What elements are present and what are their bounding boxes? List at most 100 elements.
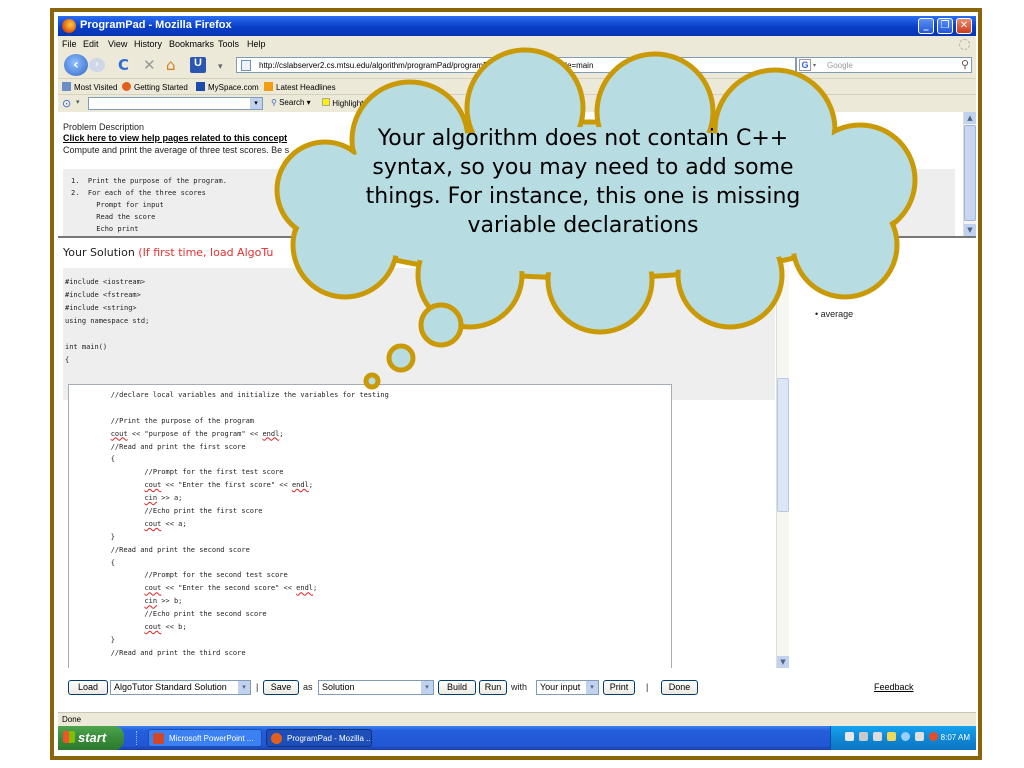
folder-icon [62, 82, 71, 91]
code-line: //Read and print the second score [77, 545, 250, 554]
tray-icon[interactable] [901, 732, 910, 741]
home-icon[interactable]: ⌂ [166, 57, 176, 73]
scroll-down-icon[interactable]: ▼ [777, 656, 789, 668]
bookmark-addon-icon[interactable]: U [190, 57, 206, 73]
tray-icon[interactable] [887, 732, 896, 741]
tray-icon[interactable] [915, 732, 924, 741]
done-button[interactable]: Done [661, 680, 698, 695]
bookmark-latest-headlines[interactable]: Latest Headlines [264, 82, 336, 92]
toolbar-search-label: Search [279, 98, 305, 107]
menu-help[interactable]: Help [247, 39, 266, 49]
menu-tools[interactable]: Tools [218, 39, 239, 49]
search-engine-dropdown-icon[interactable]: ▾ [813, 62, 816, 69]
toolbar-search-box[interactable]: ▾ [88, 97, 263, 110]
problem-label: Problem Description [63, 122, 145, 132]
chevron-down-icon[interactable]: ▾ [250, 98, 262, 109]
load-button[interactable]: Load [68, 680, 108, 695]
task-firefox[interactable]: ProgramPad - Mozilla ... [266, 729, 372, 747]
save-as-value: Solution [322, 682, 355, 692]
bookmark-label: Latest Headlines [276, 83, 336, 92]
back-icon[interactable]: ‹ [64, 54, 88, 76]
callout-text: Your algorithm does not contain C++ synt… [365, 126, 801, 238]
menu-edit[interactable]: Edit [83, 39, 99, 49]
google-icon[interactable]: G [799, 59, 811, 71]
scroll-down-icon[interactable]: ▼ [964, 224, 976, 236]
tray-icon[interactable] [873, 732, 882, 741]
firefox-icon [62, 19, 76, 33]
system-tray: 8:07 AM [830, 726, 976, 750]
tray-icon[interactable] [929, 732, 938, 741]
dropdown-arrow-icon[interactable]: ▾ [218, 59, 223, 75]
scroll-thumb[interactable] [964, 125, 976, 221]
scroll-up-icon[interactable]: ▲ [964, 112, 976, 124]
bookmark-most-visited[interactable]: Most Visited [62, 82, 117, 92]
toolbar-search-button[interactable]: ⚲ Search ▾ [271, 98, 311, 107]
variable-item: • b [815, 270, 826, 280]
solution-scrollbar[interactable]: ▼ [776, 238, 789, 668]
save-as-select[interactable]: Solution ▾ [318, 680, 434, 695]
myspace-icon [196, 82, 205, 91]
tray-icon[interactable] [859, 732, 868, 741]
add-button[interactable]: + Add [376, 98, 397, 107]
menu-file[interactable]: File [62, 39, 77, 49]
code-line: cout << "purpose of the program" << endl… [110, 429, 284, 438]
throbber-icon [959, 39, 970, 50]
menu-history[interactable]: History [134, 39, 162, 49]
spellcheck-word: cout [144, 623, 162, 632]
bookmark-getting-started[interactable]: Getting Started [122, 82, 188, 92]
chevron-down-icon[interactable]: ▾ [586, 681, 598, 694]
quick-launch-handle[interactable] [136, 731, 146, 745]
solution-title-hint: (If first time, load AlgoTu [138, 246, 274, 259]
window-title: ProgramPad - Mozilla Firefox [80, 19, 232, 31]
save-button[interactable]: Save [263, 680, 299, 695]
search-icon[interactable]: ⚲ [961, 58, 969, 71]
search-input[interactable]: G ▾ Google ⚲ [796, 57, 972, 73]
spellcheck-word: cin [144, 494, 158, 503]
menu-bar: File Edit View History Bookmarks Tools H… [58, 36, 976, 52]
input-select[interactable]: Your input ▾ [536, 680, 599, 695]
code-editor[interactable]: //declare local variables and initialize… [68, 384, 672, 670]
dropdown-arrow-icon[interactable]: ▾ [76, 98, 80, 106]
highlight-button[interactable]: Highlight [322, 98, 363, 108]
url-bar[interactable]: http://cslabserver2.cs.mtsu.edu/algorith… [236, 57, 796, 73]
spellcheck-word: endl [291, 481, 309, 490]
task-powerpoint[interactable]: Microsoft PowerPoint ... [148, 729, 262, 747]
as-label: as [303, 682, 313, 692]
start-button[interactable]: start [58, 726, 124, 750]
chevron-down-icon[interactable]: ▾ [421, 681, 433, 694]
reload-icon[interactable]: C [118, 57, 129, 73]
code-line: //Prompt for the first test score [77, 468, 284, 477]
spellcheck-word: cin [144, 597, 158, 606]
bookmark-label: MySpace.com [208, 83, 259, 92]
help-pages-link[interactable]: Click here to view help pages related to… [63, 133, 287, 143]
code-line: } [77, 635, 115, 644]
toolbar-logo-icon[interactable]: ⊙ [62, 97, 71, 110]
stop-icon[interactable]: ✕ [143, 57, 156, 73]
restore-icon[interactable]: ❐ [937, 18, 953, 34]
bookmark-myspace[interactable]: MySpace.com [196, 82, 259, 92]
close-icon[interactable]: ✕ [956, 18, 972, 34]
feedback-link[interactable]: Feedback [874, 682, 914, 692]
window-title-bar[interactable]: ProgramPad - Mozilla Firefox _ ❐ ✕ [58, 16, 976, 36]
run-button[interactable]: Run [479, 680, 507, 695]
solution-select[interactable]: AlgoTutor Standard Solution ▾ [110, 680, 251, 695]
build-button[interactable]: Build [438, 680, 476, 695]
code-line: #include <iostream> [65, 278, 146, 286]
chevron-down-icon[interactable]: ▾ [238, 681, 250, 694]
menu-view[interactable]: View [108, 39, 127, 49]
print-button[interactable]: Print [603, 680, 635, 695]
minimize-icon[interactable]: _ [918, 18, 934, 34]
bookmark-label: Most Visited [74, 83, 118, 92]
menu-bookmarks[interactable]: Bookmarks [169, 39, 214, 49]
tray-icon[interactable] [845, 732, 854, 741]
separator: | [256, 682, 259, 692]
code-text[interactable]: //declare local variables and initialize… [77, 389, 389, 660]
forward-icon[interactable]: › [89, 58, 105, 72]
code-header: #include <iostream> #include <fstream> #in… [63, 268, 775, 400]
spellcheck-word: cout [110, 429, 128, 438]
code-line: cout << "Enter the second score" << endl… [144, 584, 318, 593]
problem-scrollbar[interactable]: ▲ ▼ [963, 112, 976, 236]
spellcheck-word: endl [296, 584, 314, 593]
scroll-thumb[interactable] [777, 378, 789, 512]
